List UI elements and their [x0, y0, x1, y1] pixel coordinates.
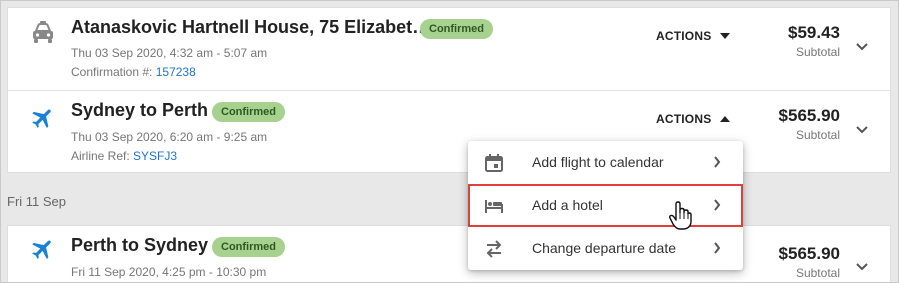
segment-title: Perth to Sydney — [71, 235, 209, 255]
segment-row-flight[interactable]: Sydney to Perth Confirmed Thu 03 Sep 202… — [8, 91, 890, 174]
segment-title: Atanaskovic Hartnell House, 75 Elizabet… — [71, 17, 431, 37]
segment-price: $565.90 — [778, 106, 840, 125]
subtotal-label: Subtotal — [795, 128, 840, 142]
menu-item-add-hotel[interactable]: Add a hotel — [468, 184, 743, 227]
segment-row-transfer[interactable]: Atanaskovic Hartnell House, 75 Elizabet…… — [8, 8, 890, 91]
chevron-down-icon[interactable] — [856, 126, 868, 134]
subtotal-label: Subtotal — [795, 266, 840, 280]
chevron-right-icon — [714, 242, 721, 254]
swap-arrows-icon — [486, 240, 502, 258]
itinerary-frame: Atanaskovic Hartnell House, 75 Elizabet…… — [0, 0, 899, 283]
airplane-icon — [32, 109, 51, 128]
segment-price: $59.43 — [788, 23, 840, 42]
chevron-down-icon[interactable] — [856, 263, 868, 271]
actions-menu: Add flight to calendar Add a hotel Chang… — [468, 141, 743, 270]
chevron-right-icon — [714, 156, 721, 168]
menu-item-add-flight-to-calendar[interactable]: Add flight to calendar — [468, 141, 743, 184]
calendar-icon — [485, 154, 503, 172]
menu-item-label: Add flight to calendar — [532, 154, 664, 170]
actions-button[interactable]: ACTIONS — [656, 29, 711, 43]
status-badge: Confirmed — [212, 237, 285, 257]
menu-item-change-departure-date[interactable]: Change departure date — [468, 227, 743, 270]
subtotal-label: Subtotal — [795, 45, 840, 59]
ref-label: Confirmation #: — [71, 65, 153, 79]
confirmation-number-link[interactable]: 157238 — [156, 65, 196, 79]
date-group-header: Fri 11 Sep — [7, 194, 67, 209]
chevron-right-icon — [714, 199, 721, 211]
actions-button[interactable]: ACTIONS — [656, 112, 711, 126]
bed-icon — [485, 200, 503, 213]
status-badge: Confirmed — [420, 19, 493, 39]
menu-item-label: Add a hotel — [532, 197, 603, 213]
car-icon — [33, 21, 53, 43]
confirmation-ref: Confirmation #: 157238 — [71, 65, 196, 79]
airline-ref: Airline Ref: SYSFJ3 — [71, 149, 177, 163]
segment-time: Thu 03 Sep 2020, 6:20 am - 9:25 am — [71, 130, 268, 144]
segment-time: Thu 03 Sep 2020, 4:32 am - 5:07 am — [71, 46, 268, 60]
chevron-down-icon[interactable] — [856, 43, 868, 51]
segment-time: Fri 11 Sep 2020, 4:25 pm - 10:30 pm — [71, 265, 267, 279]
menu-item-label: Change departure date — [532, 240, 676, 256]
hand-cursor-icon — [668, 201, 692, 230]
itinerary-card: Atanaskovic Hartnell House, 75 Elizabet…… — [7, 7, 891, 173]
caret-down-icon[interactable] — [720, 33, 730, 39]
airplane-icon — [32, 240, 51, 259]
ref-label: Airline Ref: — [71, 149, 130, 163]
airline-ref-link[interactable]: SYSFJ3 — [133, 149, 177, 163]
segment-row-flight[interactable]: Perth to Sydney Confirmed Fri 11 Sep 202… — [8, 226, 890, 282]
segment-title: Sydney to Perth — [71, 100, 209, 120]
itinerary-card: Perth to Sydney Confirmed Fri 11 Sep 202… — [7, 225, 891, 282]
caret-up-icon[interactable] — [720, 116, 730, 122]
segment-price: $565.90 — [778, 244, 840, 263]
status-badge: Confirmed — [212, 102, 285, 122]
